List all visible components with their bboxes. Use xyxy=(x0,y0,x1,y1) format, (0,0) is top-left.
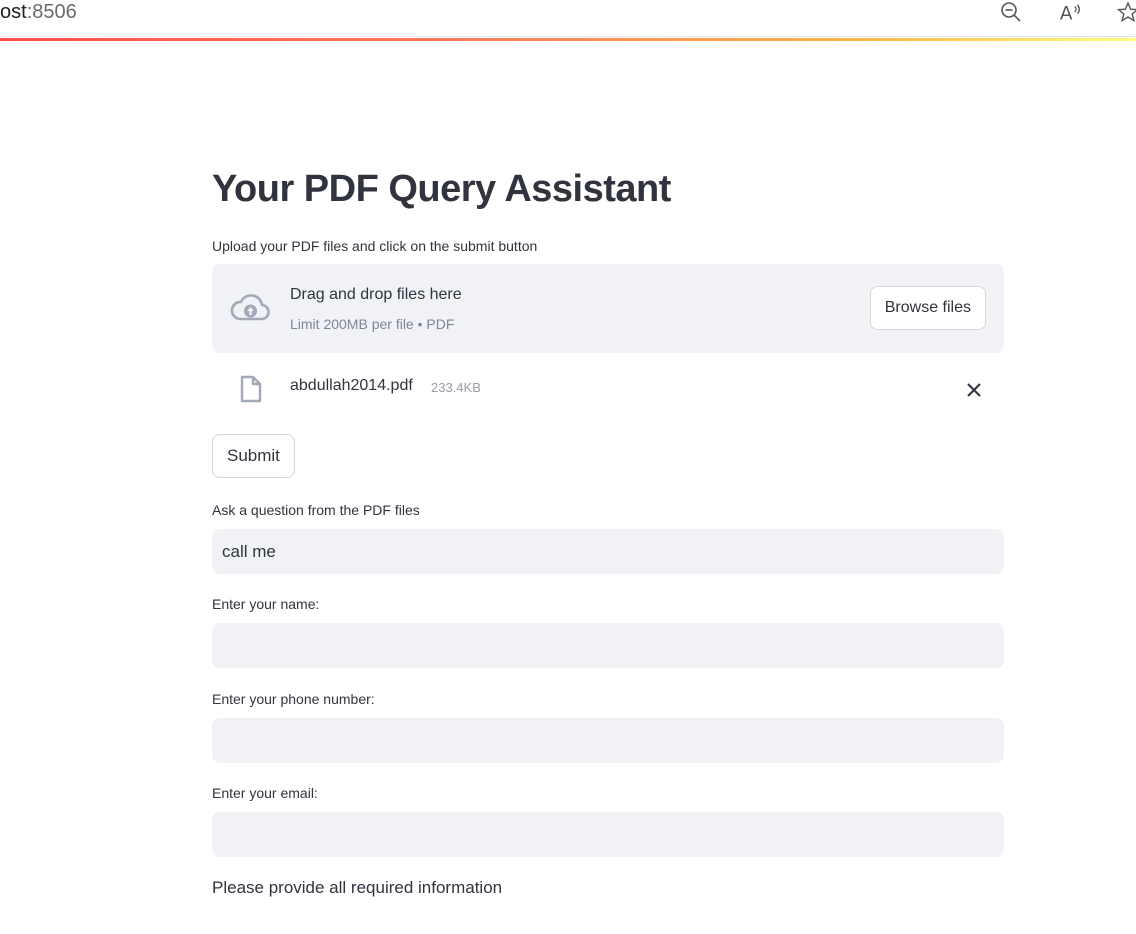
uploaded-file-name: abdullah2014.pdf xyxy=(290,377,413,394)
email-label: Enter your email: xyxy=(212,785,318,801)
browse-files-button[interactable]: Browse files xyxy=(869,286,986,330)
page-title: Your PDF Query Assistant xyxy=(212,168,671,210)
file-dropzone[interactable]: Drag and drop files here Limit 200MB per… xyxy=(212,264,1004,353)
submit-button[interactable]: Submit xyxy=(212,434,295,478)
name-input[interactable] xyxy=(212,623,1004,668)
uploader-label: Upload your PDF files and click on the s… xyxy=(212,238,538,254)
address-bar[interactable]: ost:8506 xyxy=(0,0,77,24)
svg-text:A: A xyxy=(1060,3,1073,23)
question-input[interactable] xyxy=(212,529,1004,574)
phone-input[interactable] xyxy=(212,718,1004,763)
browser-toolbar: ost:8506 A xyxy=(0,0,1136,37)
dropzone-subtitle: Limit 200MB per file • PDF xyxy=(290,316,455,332)
url-port-text: :8506 xyxy=(26,1,77,23)
header-decoration xyxy=(0,38,1136,41)
question-label: Ask a question from the PDF files xyxy=(212,502,420,518)
url-host-text: ost xyxy=(0,1,27,23)
status-message: Please provide all required information xyxy=(212,878,503,897)
zoom-out-icon[interactable] xyxy=(999,0,1023,24)
uploaded-file-item: abdullah2014.pdf 233.4KB xyxy=(212,365,1004,411)
phone-label: Enter your phone number: xyxy=(212,691,375,707)
read-aloud-icon[interactable]: A xyxy=(1059,0,1083,24)
cloud-upload-icon xyxy=(230,292,270,324)
uploaded-file-size: 233.4KB xyxy=(431,380,481,395)
dropzone-title: Drag and drop files here xyxy=(290,286,462,303)
name-label: Enter your name: xyxy=(212,596,320,612)
close-icon xyxy=(967,383,981,397)
email-input[interactable] xyxy=(212,812,1004,857)
file-icon xyxy=(239,375,263,403)
favorite-star-icon[interactable] xyxy=(1116,0,1136,24)
remove-file-button[interactable] xyxy=(963,379,985,401)
